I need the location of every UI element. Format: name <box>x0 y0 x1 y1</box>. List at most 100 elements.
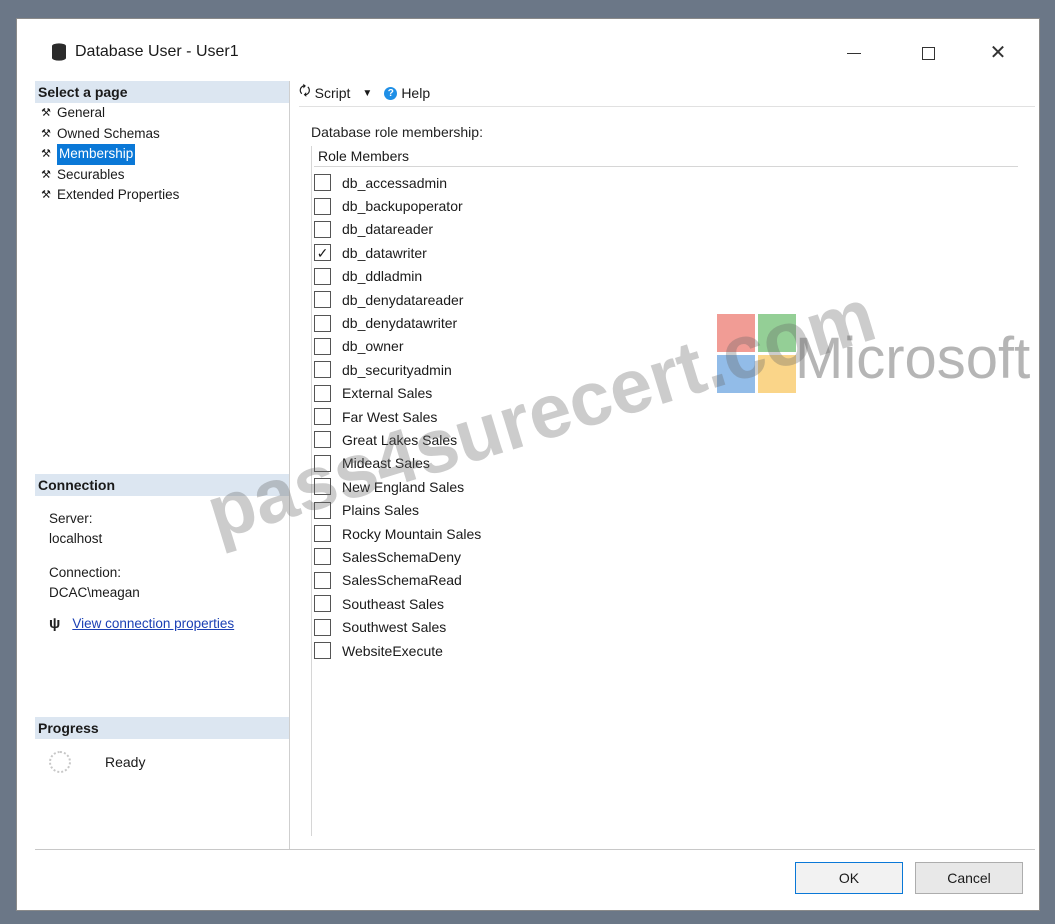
unchecked-checkbox[interactable] <box>314 548 331 566</box>
unchecked-checkbox[interactable] <box>314 384 331 402</box>
maximize-button[interactable] <box>905 33 951 73</box>
progress-header: Progress <box>35 717 289 739</box>
page-item-label: General <box>57 105 106 120</box>
toolbar: 🗘 Script ▼ ? Help <box>299 81 1035 105</box>
role-name: SalesSchemaRead <box>342 572 462 589</box>
unchecked-checkbox[interactable] <box>314 220 331 238</box>
page-item-owned-schemas[interactable]: ⚒ Owned Schemas <box>39 124 179 145</box>
wrench-icon: ⚒ <box>41 148 51 161</box>
page-item-label: Extended Properties <box>57 187 180 203</box>
select-page-header: Select a page <box>35 81 289 103</box>
role-name: Southwest Sales <box>342 619 447 636</box>
role-name: Rocky Mountain Sales <box>342 525 482 542</box>
role-row[interactable]: db_denydatawriter <box>312 311 481 334</box>
role-row[interactable]: db_denydatareader <box>312 288 481 311</box>
role-row[interactable]: db_backupoperator <box>312 194 481 217</box>
connection-value: DCAC\meagan <box>49 585 140 600</box>
role-row[interactable]: SalesSchemaDeny <box>312 545 481 568</box>
wrench-icon: ⚒ <box>41 127 51 140</box>
page-item-securables[interactable]: ⚒ Securables <box>39 165 179 186</box>
page-item-label: Membership <box>57 144 136 165</box>
toolbar-divider <box>299 106 1035 107</box>
unchecked-checkbox[interactable] <box>314 595 331 613</box>
server-value: localhost <box>49 531 103 546</box>
role-row[interactable]: Rocky Mountain Sales <box>312 522 481 545</box>
role-members-column-header: Role Members <box>314 146 1018 167</box>
role-name: db_owner <box>342 338 404 355</box>
role-name: WebsiteExecute <box>342 642 443 659</box>
unchecked-checkbox[interactable] <box>314 337 331 355</box>
membership-panel: Database role membership: Role Members d… <box>311 124 1018 836</box>
role-row[interactable]: db_securityadmin <box>312 358 481 381</box>
cancel-button[interactable]: Cancel <box>915 862 1023 894</box>
view-connection-properties[interactable]: ψ View connection properties <box>49 615 234 632</box>
role-name: External Sales <box>342 385 433 402</box>
role-name: db_datareader <box>342 221 434 238</box>
page-item-extended-properties[interactable]: ⚒ Extended Properties <box>39 185 179 206</box>
script-label: Script <box>314 85 351 101</box>
role-row[interactable]: db_datareader <box>312 218 481 241</box>
unchecked-checkbox[interactable] <box>314 291 331 309</box>
role-row[interactable]: SalesSchemaRead <box>312 569 481 592</box>
role-row[interactable]: WebsiteExecute <box>312 639 481 662</box>
wrench-icon: ⚒ <box>41 107 51 119</box>
help-label: Help <box>401 85 431 101</box>
script-icon: 🗘 <box>299 83 311 98</box>
close-icon: ✕ <box>989 42 1007 64</box>
unchecked-checkbox[interactable] <box>314 314 331 332</box>
connection-label: Connection: <box>49 565 122 580</box>
role-name: db_accessadmin <box>342 174 448 191</box>
role-row[interactable]: db_owner <box>312 335 481 358</box>
progress-status-row: Ready <box>49 751 145 773</box>
minimize-button[interactable] <box>831 33 877 73</box>
server-label: Server: <box>49 511 93 526</box>
script-dropdown-arrow-icon[interactable]: ▼ <box>362 88 372 99</box>
page-item-membership[interactable]: ⚒ Membership <box>39 144 179 165</box>
role-row[interactable]: db_ddladmin <box>312 265 481 288</box>
footer-divider <box>35 849 1035 850</box>
checked-checkbox[interactable]: ✓ <box>314 244 331 262</box>
database-user-dialog: Database User - User1 ✕ Select a page ⚒ G… <box>16 18 1040 911</box>
role-row[interactable]: db_accessadmin <box>312 171 481 194</box>
progress-status: Ready <box>105 754 146 770</box>
view-connection-properties-link[interactable]: View connection properties <box>72 616 234 631</box>
help-icon: ? <box>384 86 398 100</box>
help-button[interactable]: ? Help <box>372 85 430 101</box>
maximize-icon <box>921 46 935 60</box>
connection-info: Server: localhost Connection: DCAC\meaga… <box>49 509 140 603</box>
unchecked-checkbox[interactable] <box>314 197 331 215</box>
wrench-icon: ⚒ <box>41 168 51 181</box>
page-item-label: Owned Schemas <box>57 125 160 141</box>
minimize-icon <box>847 52 861 54</box>
unchecked-checkbox[interactable] <box>314 408 331 426</box>
role-name: Southeast Sales <box>342 595 444 612</box>
unchecked-checkbox[interactable] <box>314 642 331 659</box>
database-icon <box>52 43 66 61</box>
role-name: SalesSchemaDeny <box>342 548 462 565</box>
progress-spinner-icon <box>49 751 71 773</box>
role-name: db_denydatawriter <box>342 315 458 332</box>
unchecked-checkbox[interactable] <box>314 361 331 379</box>
role-name: db_datawriter <box>342 244 427 261</box>
title-bar[interactable]: Database User - User1 ✕ <box>17 19 1039 81</box>
role-name: db_backupoperator <box>342 198 463 215</box>
role-row[interactable]: ✓ db_datawriter <box>312 241 481 264</box>
unchecked-checkbox[interactable] <box>314 618 331 636</box>
close-button[interactable]: ✕ <box>975 33 1021 73</box>
role-row[interactable]: Southwest Sales <box>312 615 481 638</box>
page-item-general[interactable]: ⚒ General <box>39 103 179 124</box>
unchecked-checkbox[interactable] <box>314 174 331 192</box>
unchecked-checkbox[interactable] <box>314 571 331 589</box>
window-title: Database User - User1 <box>75 43 239 60</box>
role-name: db_denydatareader <box>342 291 464 308</box>
role-membership-caption: Database role membership: <box>311 124 483 140</box>
page-list: ⚒ General ⚒ Owned Schemas ⚒ Membership ⚒ Secura… <box>39 103 179 206</box>
ok-button[interactable]: OK <box>795 862 903 894</box>
plug-icon: ψ <box>49 615 61 632</box>
role-name: db_securityadmin <box>342 361 452 378</box>
role-name: db_ddladmin <box>342 268 423 285</box>
script-button[interactable]: 🗘 Script <box>299 82 350 104</box>
wrench-icon: ⚒ <box>41 189 51 202</box>
role-row[interactable]: Southeast Sales <box>312 592 481 615</box>
unchecked-checkbox[interactable] <box>314 267 331 285</box>
